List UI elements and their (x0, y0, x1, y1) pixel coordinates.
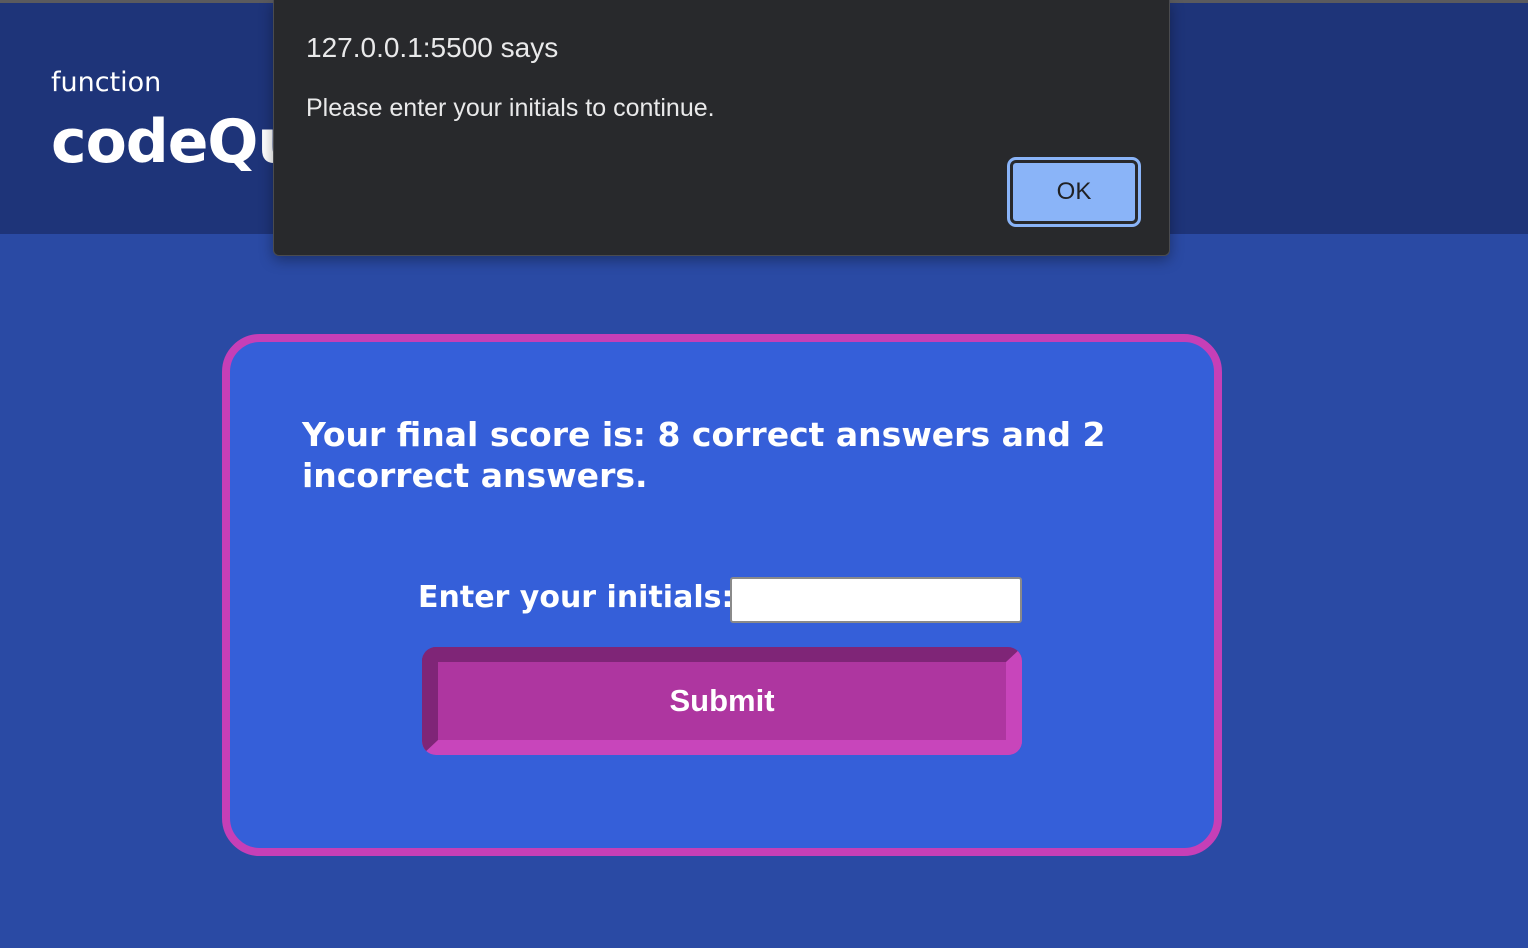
initials-input[interactable] (730, 577, 1022, 623)
brand-title: codeQu (51, 107, 300, 177)
initials-label: Enter your initials: (418, 580, 734, 615)
alert-dialog-title: 127.0.0.1:5500 says (306, 32, 559, 63)
alert-ok-button[interactable]: OK (1007, 157, 1141, 227)
alert-dialog: 127.0.0.1:5500 says Please enter your in… (273, 0, 1170, 256)
alert-dialog-message: Please enter your initials to continue. (306, 94, 715, 122)
final-score-text: Your final score is: 8 correct answers a… (302, 415, 1106, 495)
brand-subtitle: function (51, 67, 162, 98)
submit-button[interactable]: Submit (422, 647, 1022, 755)
